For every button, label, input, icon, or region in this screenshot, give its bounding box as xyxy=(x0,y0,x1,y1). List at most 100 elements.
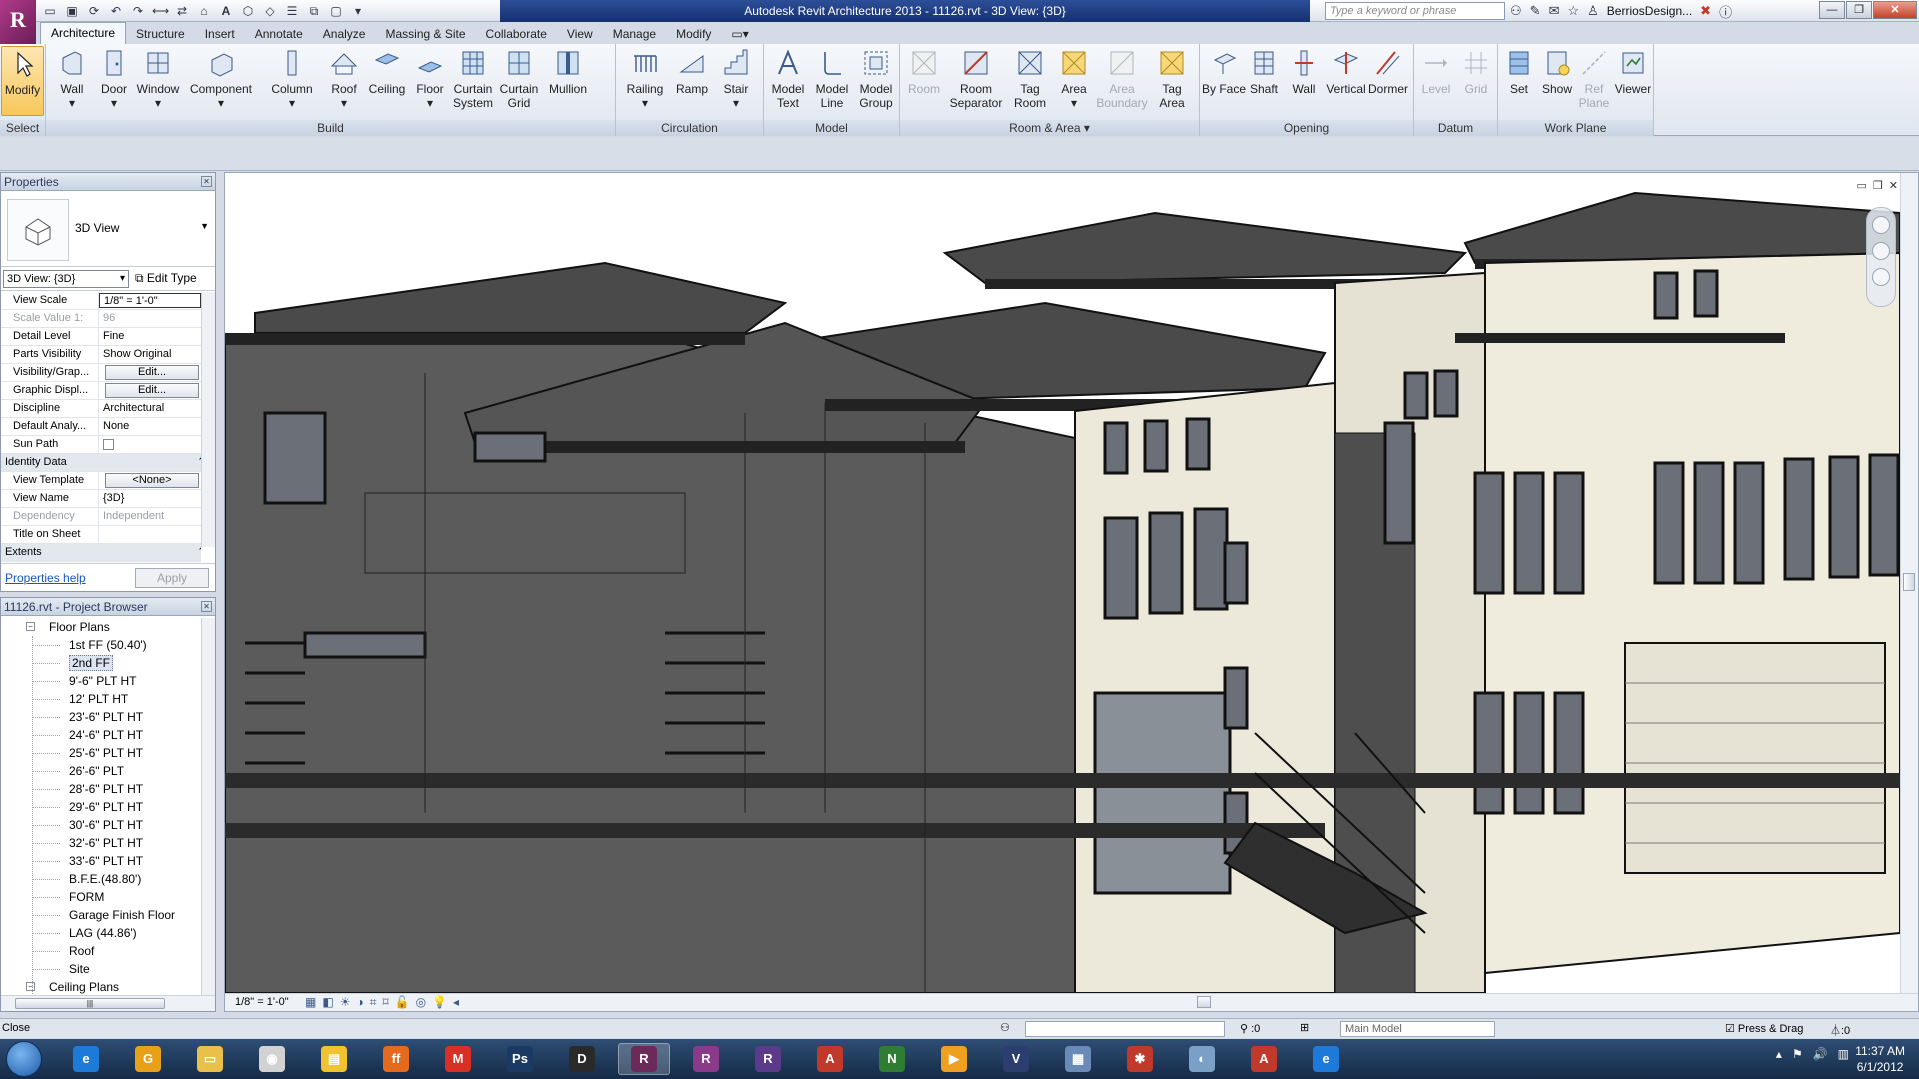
tree-item-selected[interactable]: 2nd FF xyxy=(1,654,201,672)
circulation-group-label[interactable]: Circulation xyxy=(616,120,763,136)
ceiling-button[interactable]: Ceiling xyxy=(364,46,410,96)
thin-lines-icon[interactable]: ☰ xyxy=(284,3,300,19)
tree-item[interactable]: 12' PLT HT xyxy=(1,690,201,708)
tree-item[interactable]: 23'-6" PLT HT xyxy=(1,708,201,726)
sun-path-checkbox[interactable] xyxy=(103,439,114,450)
curtain-system-button[interactable]: Curtain System xyxy=(450,46,496,110)
roof-button[interactable]: Roof ▾ xyxy=(322,46,366,110)
property-row[interactable]: Parts Visibility Show Original xyxy=(1,346,201,364)
property-value[interactable]: Architectural xyxy=(99,400,201,417)
unlocked-3d-view-icon[interactable]: 🔓 xyxy=(395,995,410,1010)
help-icon[interactable]: ⓘ xyxy=(1719,2,1732,21)
taskbar-app-button[interactable]: R xyxy=(618,1043,670,1075)
tree-item[interactable]: 24'-6" PLT HT xyxy=(1,726,201,744)
subscription-icon[interactable]: ✎ xyxy=(1530,3,1541,19)
properties-help-link[interactable]: Properties help xyxy=(5,571,86,585)
section-icon[interactable]: ◇ xyxy=(262,3,278,19)
tab-analyze[interactable]: Analyze xyxy=(313,24,376,44)
measure-icon[interactable]: ⟷ xyxy=(152,3,169,19)
area-boundary-button[interactable]: Area Boundary xyxy=(1096,46,1148,110)
selection-filter[interactable]: ⏃:0 xyxy=(1830,1022,1850,1038)
switch-windows-icon[interactable]: ▢ xyxy=(328,3,344,19)
sync-icon[interactable]: ⟳ xyxy=(86,3,102,19)
room-separator-button[interactable]: Room Separator xyxy=(946,46,1006,110)
tree-item[interactable]: 25'-6" PLT HT xyxy=(1,744,201,762)
shaft-button[interactable]: Shaft xyxy=(1242,46,1286,96)
taskbar-app-button[interactable]: ▤ xyxy=(308,1043,360,1075)
stair-button[interactable]: Stair ▾ xyxy=(714,46,758,110)
binoculars-icon[interactable]: ⚇ xyxy=(1510,3,1522,19)
sun-path-icon[interactable]: ☀ xyxy=(340,995,351,1010)
window-button[interactable]: Window ▾ xyxy=(134,46,182,110)
taskbar-app-button[interactable]: ✱ xyxy=(1114,1043,1166,1075)
flag-icon[interactable]: ⚑ xyxy=(1792,1047,1803,1061)
railing-button[interactable]: Railing ▾ xyxy=(622,46,668,110)
ref-plane-button[interactable]: Ref Plane xyxy=(1576,46,1612,110)
select-group-label[interactable]: Select xyxy=(0,120,45,136)
undo-icon[interactable]: ↶ xyxy=(108,3,124,19)
zoom-icon[interactable] xyxy=(1872,268,1890,286)
datum-group-label[interactable]: Datum xyxy=(1414,120,1497,136)
floor-button[interactable]: Floor ▾ xyxy=(408,46,452,110)
minimize-view-icon[interactable]: ▭ xyxy=(1857,179,1867,192)
taskbar-app-button[interactable]: Ps xyxy=(494,1043,546,1075)
properties-scrollbar[interactable] xyxy=(201,292,215,547)
tree-item[interactable]: 28'-6" PLT HT xyxy=(1,780,201,798)
property-row[interactable]: Discipline Architectural xyxy=(1,400,201,418)
temporary-hide-icon[interactable]: ◎ xyxy=(416,995,426,1010)
view-scale-control[interactable]: 1/8" = 1'-0" xyxy=(235,996,289,1008)
scroll-thumb[interactable] xyxy=(1903,573,1915,591)
tree-item[interactable]: Site xyxy=(1,960,201,978)
build-group-label[interactable]: Build xyxy=(46,120,615,136)
collapse-toggle-icon[interactable]: − xyxy=(26,982,35,991)
redo-icon[interactable]: ↷ xyxy=(130,3,146,19)
model-group-button[interactable]: Model Group xyxy=(854,46,898,110)
viewer-button[interactable]: Viewer xyxy=(1612,46,1654,96)
steering-wheel-icon[interactable] xyxy=(1872,242,1890,260)
volume-icon[interactable]: 🔊 xyxy=(1813,1047,1828,1061)
design-options-icon[interactable]: ⊞ xyxy=(1300,1021,1309,1034)
room-button[interactable]: Room xyxy=(902,46,946,96)
collapse-icon[interactable]: ⌃ xyxy=(193,544,201,561)
collapse-icon[interactable]: ⌃ xyxy=(193,454,201,471)
visibility-edit-button[interactable]: Edit... xyxy=(105,365,199,380)
tab-architecture[interactable]: Architecture xyxy=(40,22,127,44)
minimize-button[interactable]: — xyxy=(1819,1,1845,19)
model-group-label-text[interactable]: Model xyxy=(764,120,899,136)
show-hidden-icons-icon[interactable]: ▴ xyxy=(1776,1047,1782,1061)
dormer-button[interactable]: Dormer xyxy=(1366,46,1410,96)
clock[interactable]: 11:37 AM 6/1/2012 xyxy=(1855,1043,1905,1075)
customize-qat-icon[interactable]: ▾ xyxy=(350,3,366,19)
tree-item[interactable]: FORM xyxy=(1,888,201,906)
taskbar-app-button[interactable]: ◉ xyxy=(246,1043,298,1075)
press-drag-toggle[interactable]: ☑ Press & Drag xyxy=(1725,1022,1803,1035)
property-row[interactable]: Default Analy... None xyxy=(1,418,201,436)
tree-folder-floor-plans[interactable]: − Floor Plans xyxy=(1,618,201,636)
tab-structure[interactable]: Structure xyxy=(126,24,195,44)
help-search-input[interactable]: Type a keyword or phrase xyxy=(1325,2,1505,20)
vertical-button[interactable]: Vertical xyxy=(1324,46,1368,96)
tab-annotate[interactable]: Annotate xyxy=(245,24,313,44)
tag-icon[interactable]: ⌂ xyxy=(196,3,212,19)
set-button[interactable]: Set xyxy=(1500,46,1538,96)
work-plane-group-label[interactable]: Work Plane xyxy=(1498,120,1653,136)
tab-massing-site[interactable]: Massing & Site xyxy=(375,24,475,44)
taskbar-app-button[interactable]: ff xyxy=(370,1043,422,1075)
view-scale-field[interactable]: 1/8" = 1'-0" xyxy=(99,293,201,308)
close-view-icon[interactable]: ✕ xyxy=(1889,179,1898,192)
exchange-apps-icon[interactable]: ✖ xyxy=(1700,3,1711,19)
door-button[interactable]: Door ▾ xyxy=(92,46,136,110)
property-value[interactable] xyxy=(99,526,201,543)
taskbar-app-button[interactable]: R xyxy=(680,1043,732,1075)
property-row[interactable]: Detail Level Fine xyxy=(1,328,201,346)
editable-only-counter[interactable]: ⚲ :0 xyxy=(1240,1022,1260,1035)
view-name-field[interactable]: {3D} xyxy=(99,490,201,507)
level-button[interactable]: Level xyxy=(1414,46,1458,96)
opening-wall-button[interactable]: Wall xyxy=(1282,46,1326,96)
tab-collaborate[interactable]: Collaborate xyxy=(476,24,557,44)
taskbar-app-button[interactable]: ▭ xyxy=(184,1043,236,1075)
3d-view-canvas[interactable]: ▭ ❐ ✕ 1/8" = 1'-0" ▦ ◧ ☀ ◑ ⌗ ⌑ 🔓 ◎ 💡 ◂ xyxy=(224,172,1919,1012)
building-3d-model[interactable] xyxy=(225,173,1900,995)
tab-view[interactable]: View xyxy=(557,24,603,44)
property-row[interactable]: Title on Sheet xyxy=(1,526,201,544)
